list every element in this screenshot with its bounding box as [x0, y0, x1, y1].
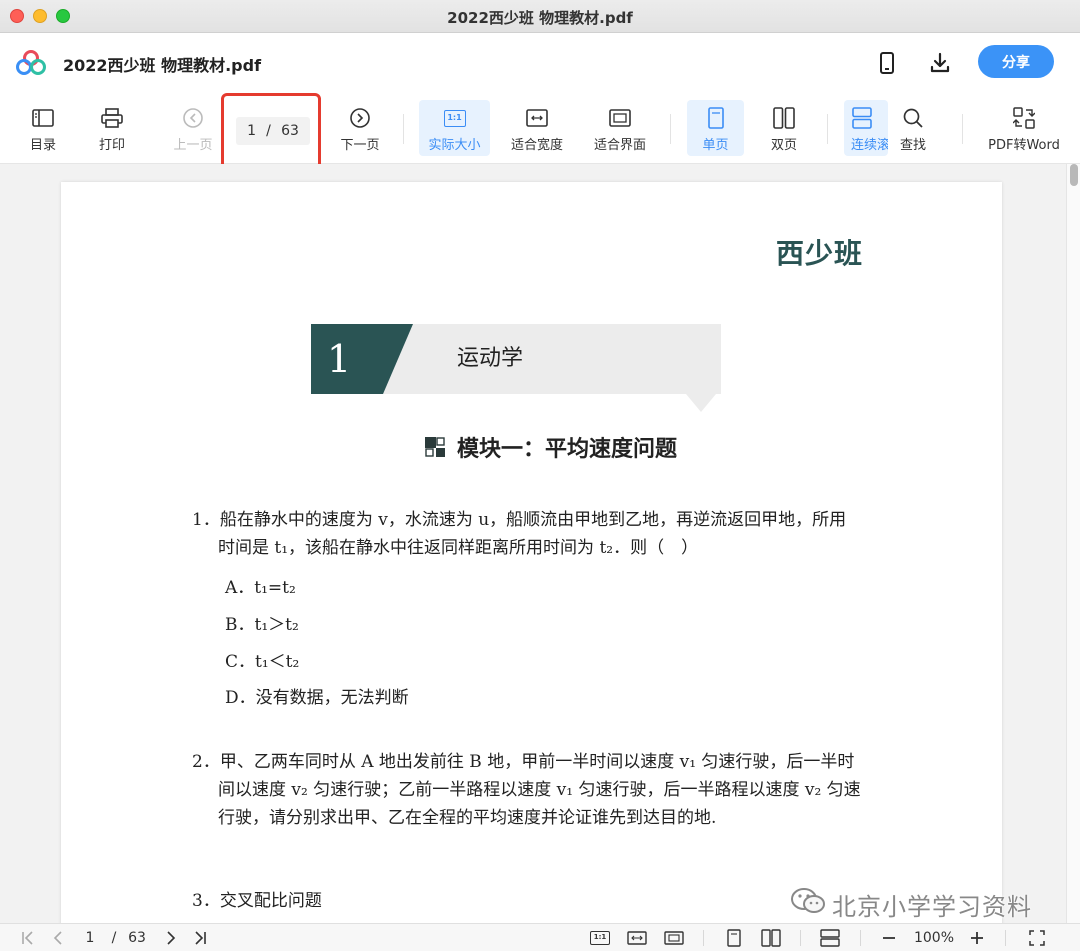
- zoom-out-icon[interactable]: [879, 928, 899, 948]
- pdf-to-word-button[interactable]: PDF转Word: [982, 100, 1066, 156]
- vertical-scrollbar[interactable]: [1066, 164, 1080, 923]
- question-1-option-d: D．没有数据，无法判断: [225, 688, 409, 708]
- sidebar-icon: [32, 106, 54, 130]
- first-page-icon[interactable]: [18, 928, 38, 948]
- actual-size-button[interactable]: 1:1 实际大小: [419, 100, 490, 156]
- convert-icon: [1013, 106, 1035, 130]
- pdf-page: 西少班 1 运动学 模块一：平均速度问题 1．船在静水中的速度为 v，水流速为 …: [61, 182, 1002, 923]
- toolbar: 目录 打印 上一页 1 / 63 下一页 1:1 实际大小 适合宽度 适合界面 …: [0, 92, 1080, 178]
- app-header: 2022西少班 物理教材.pdf 分享: [0, 34, 1080, 92]
- bottom-divider: [1005, 930, 1006, 946]
- chevron-right-circle-icon: [349, 106, 371, 130]
- zoom-in-icon[interactable]: [967, 928, 987, 948]
- bottom-actual-size-icon[interactable]: 1:1: [589, 928, 611, 948]
- chevron-left-circle-icon: [182, 106, 204, 130]
- fit-page-icon: [609, 106, 631, 130]
- app-logo-icon: [16, 50, 46, 76]
- window-title: 2022西少班 物理教材.pdf: [447, 9, 633, 27]
- bottom-fit-width-icon[interactable]: [626, 928, 648, 948]
- download-icon[interactable]: [927, 50, 953, 76]
- module-squares-icon: [425, 437, 445, 457]
- toolbar-divider: [403, 114, 404, 144]
- bottom-double-page-icon[interactable]: [760, 928, 782, 948]
- question-3-line-1: 3．交叉配比问题: [192, 891, 322, 911]
- phone-icon[interactable]: [874, 50, 900, 76]
- bottom-current-page[interactable]: 1: [80, 928, 100, 948]
- bottom-divider: [703, 930, 704, 946]
- question-1-option-b: B．t₁＞t₂: [225, 615, 299, 635]
- printer-icon: [101, 106, 123, 130]
- actual-size-icon: 1:1: [443, 106, 466, 130]
- zoom-level[interactable]: 100%: [908, 928, 960, 948]
- question-2-line-2: 间以速度 v₂ 匀速行驶；乙前一半路程以速度 v₁ 匀速行驶，后一半路程以速度 …: [218, 780, 861, 800]
- last-page-icon[interactable]: [190, 928, 210, 948]
- prev-page-icon[interactable]: [48, 928, 68, 948]
- question-1-option-c: C．t₁＜t₂: [225, 652, 300, 672]
- window-title-bar: 2022西少班 物理教材.pdf: [0, 0, 1080, 33]
- bottom-bar: 1 / 63 1:1 100%: [0, 923, 1080, 951]
- fit-page-button[interactable]: 适合界面: [587, 100, 653, 156]
- bottom-divider: [800, 930, 801, 946]
- wechat-icon: [790, 887, 826, 921]
- bottom-page-separator: /: [111, 930, 117, 946]
- continuous-scroll-icon: [851, 106, 873, 130]
- module-heading: 模块一：平均速度问题: [425, 432, 677, 462]
- fit-width-button[interactable]: 适合宽度: [504, 100, 570, 156]
- bottom-continuous-icon[interactable]: [819, 928, 841, 948]
- document-name: 2022西少班 物理教材.pdf: [63, 56, 262, 75]
- bottom-divider: [860, 930, 861, 946]
- brand-logo: 西少班: [776, 237, 864, 270]
- fullscreen-icon[interactable]: [1027, 928, 1047, 948]
- question-2-line-1: 2．甲、乙两车同时从 A 地出发前往 B 地，甲前一半时间以速度 v₁ 匀速行驶…: [192, 752, 855, 772]
- toc-button[interactable]: 目录: [22, 100, 64, 156]
- question-1-line-2: 时间是 t₁，该船在静水中往返同样距离所用时间为 t₂．则（ ）: [218, 538, 699, 558]
- search-icon: [902, 106, 924, 130]
- next-page-button[interactable]: 下一页: [336, 100, 384, 156]
- double-page-button[interactable]: 双页: [761, 100, 807, 156]
- question-2-line-3: 行驶，请分别求出甲、乙在全程的平均速度并论证谁先到达目的地.: [218, 808, 717, 828]
- next-page-icon[interactable]: [162, 928, 180, 948]
- question-1-line-1: 1．船在静水中的速度为 v，水流速为 u，船顺流由甲地到乙地，再逆流返回甲地，所…: [192, 510, 847, 530]
- document-viewer[interactable]: 西少班 1 运动学 模块一：平均速度问题 1．船在静水中的速度为 v，水流速为 …: [0, 164, 1080, 923]
- double-page-icon: [773, 106, 795, 130]
- print-button[interactable]: 打印: [91, 100, 133, 156]
- bottom-single-page-icon[interactable]: [724, 928, 744, 948]
- question-1-option-a: A．t₁=t₂: [225, 578, 296, 598]
- scrollbar-thumb[interactable]: [1070, 164, 1078, 186]
- find-button[interactable]: 查找: [893, 100, 933, 156]
- chapter-number: 1: [327, 337, 352, 381]
- toolbar-divider: [670, 114, 671, 144]
- chapter-title: 运动学: [457, 346, 524, 371]
- continuous-scroll-button[interactable]: 连续滚: [844, 100, 888, 156]
- prev-page-button[interactable]: 上一页: [168, 100, 218, 156]
- bottom-total-pages: 63: [128, 930, 146, 946]
- bottom-fit-page-icon[interactable]: [663, 928, 685, 948]
- fit-width-icon: [526, 106, 548, 130]
- single-page-icon: [707, 106, 725, 130]
- toolbar-divider: [827, 114, 828, 144]
- watermark: 北京小学学习资料: [790, 886, 1032, 922]
- toolbar-divider: [962, 114, 963, 144]
- single-page-button[interactable]: 单页: [687, 100, 744, 156]
- share-button[interactable]: 分享: [978, 45, 1054, 78]
- chapter-banner: 1 运动学: [311, 324, 721, 412]
